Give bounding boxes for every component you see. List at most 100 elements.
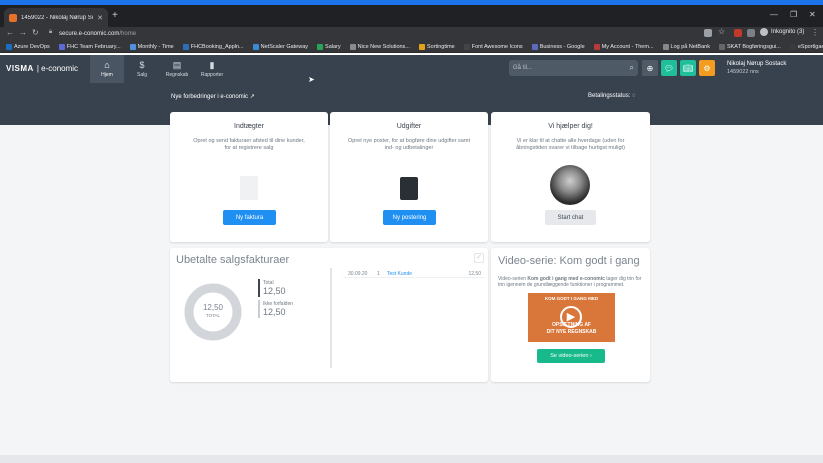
reload-icon[interactable]: ↻ — [32, 28, 39, 37]
bookmark-favicon-icon — [593, 43, 600, 50]
nav-label: Regnskab — [165, 71, 189, 78]
search-icon[interactable]: ⌕ — [630, 63, 634, 73]
donut-label: TOTAL — [205, 313, 221, 318]
bookmark-label: eSportlgaen — [797, 43, 823, 50]
payment-status[interactable]: Betalingsstatus: ◌ — [588, 93, 636, 99]
nav-label: Rapporter — [200, 71, 224, 78]
bookmark-item[interactable]: My Account - Them... — [593, 43, 654, 50]
invoice-customer[interactable]: Test Kunde — [387, 271, 412, 277]
divider — [330, 268, 332, 368]
tab-title: 1459022 - Nikolaj Nørup Sostack — [21, 14, 93, 21]
user-menu[interactable]: Nikolaj Nørup Sostack 1459022 nns — [727, 60, 786, 76]
lock-icon: 🔒︎ — [49, 29, 53, 35]
close-window-icon[interactable]: ✕ — [809, 10, 816, 19]
url-path: /home — [119, 30, 137, 37]
donut-ring — [184, 283, 242, 341]
bookmark-favicon-icon — [349, 43, 356, 50]
bookmark-label: Salary — [325, 43, 341, 50]
forward-icon[interactable]: → — [19, 28, 27, 37]
bookmark-item[interactable]: Business - Google — [531, 43, 585, 50]
bookmark-label: Font Awesome Icons — [471, 43, 523, 50]
help-title: Vi hjælper dig! — [548, 123, 593, 130]
incognito-indicator[interactable]: Inkognito (3) — [760, 28, 804, 36]
close-tab-icon[interactable]: ✕ — [97, 14, 103, 22]
receipt-scanner-icon — [400, 177, 418, 200]
user-account: 1459022 nns — [727, 69, 759, 75]
maximize-icon[interactable]: ❐ — [790, 10, 797, 19]
bottom-bar — [0, 455, 823, 463]
puzzle-icon[interactable] — [747, 29, 755, 37]
bookmark-item[interactable]: Salary — [317, 43, 341, 50]
video-button-label: Se video-serien — [550, 353, 589, 359]
bookmark-label: Azure DevOps — [14, 43, 50, 50]
checkbox-icon[interactable]: ✓ — [474, 253, 484, 263]
bookmarks-bar: Azure DevOps FHC Team February... Monthly … — [0, 41, 823, 53]
bookmark-label: Monthly - Time — [137, 43, 174, 50]
menu-dots-icon[interactable]: ⋮ — [811, 28, 819, 37]
video-desc: Video-serien Kom godt i gang med e-conom… — [498, 276, 646, 288]
bookmark-item[interactable]: Monthly - Time — [129, 43, 174, 50]
video-series-button[interactable]: Se video-serien › — [537, 349, 605, 363]
new-posting-button[interactable]: Ny postering — [383, 210, 436, 225]
back-icon[interactable]: ← — [6, 28, 14, 37]
gear-icon[interactable]: ⚙ — [699, 60, 715, 76]
new-features-label: Nye forbedringer i e-conomic — [171, 94, 249, 100]
nav-regnskab[interactable]: ▤ Regnskab — [160, 55, 194, 83]
expenses-title: Udgifter — [396, 123, 422, 130]
chat-icon[interactable]: 💬︎ — [661, 60, 677, 76]
bookmark-label: SKAT Bogføringsgui... — [726, 43, 781, 50]
invoice-row[interactable]: 30.09.20 1 Test Kunde 12,50 — [343, 268, 484, 278]
address-bar[interactable]: 🔒︎ secure.e-conomic.com/home — [45, 28, 685, 39]
legend-total-bar — [258, 279, 260, 297]
nav-salg[interactable]: $ Salg — [125, 55, 159, 83]
bookmark-item[interactable]: FHC Team February... — [58, 43, 121, 50]
app-logo[interactable]: VISMA | e-conomic — [6, 64, 78, 73]
add-user-icon[interactable]: ⊕ — [642, 60, 658, 76]
minimize-icon[interactable]: — — [770, 10, 778, 19]
bookmark-favicon-icon — [252, 43, 259, 50]
bookmark-item[interactable]: Sortingtime — [418, 43, 455, 50]
new-tab-icon[interactable]: + — [112, 10, 118, 21]
book-icon[interactable]: 📖︎ — [680, 60, 696, 76]
nav-rapporter[interactable]: ▮ Rapporter — [195, 55, 229, 83]
bookmark-item[interactable]: NetScaler Gateway — [252, 43, 309, 50]
new-invoice-button[interactable]: Ny faktura — [223, 210, 276, 225]
extension-icon[interactable] — [734, 29, 742, 37]
bookmark-label: FHC Team February... — [66, 43, 121, 50]
bookmark-favicon-icon — [317, 43, 324, 50]
search-placeholder: Gå til... — [513, 65, 533, 71]
expenses-desc: Opret nye poster, for at bogføre dine ud… — [348, 138, 470, 151]
bookmark-item[interactable]: SKAT Bogføringsgui... — [718, 43, 781, 50]
bookmark-item[interactable]: Nice New Solutions... — [349, 43, 410, 50]
legend-total-value: 12,50 — [263, 286, 286, 296]
bookmark-favicon-icon — [58, 43, 65, 50]
video-thumbnail[interactable]: KOM GODT I GANG MED ▶ OPSÆTNING AF DIT N… — [528, 293, 615, 342]
bookmark-label: Nice New Solutions... — [357, 43, 410, 50]
thumb-line3: DIT NYE REGNSKAB — [546, 329, 597, 335]
start-chat-button[interactable]: Start chat — [545, 210, 596, 225]
income-desc: Opret og send fakturaer afsted til dine … — [193, 138, 305, 151]
browser-tab[interactable]: 1459022 - Nikolaj Nørup Sostack ✕ — [4, 8, 108, 27]
legend-notdue-value: 12,50 — [263, 307, 286, 317]
bookmark-favicon-icon — [182, 43, 189, 50]
nav-hjem[interactable]: ⌂ Hjem — [90, 55, 124, 83]
bookmark-favicon-icon — [531, 43, 538, 50]
bookmark-item[interactable]: FHCBooking_Appln... — [182, 43, 244, 50]
donut-value: 12,50 — [202, 303, 224, 312]
bookmark-item[interactable]: eSportlgaen — [789, 43, 823, 50]
user-name: Nikolaj Nørup Sostack — [727, 61, 787, 67]
support-agent-avatar — [550, 165, 590, 205]
star-icon[interactable]: ☆ — [718, 27, 726, 36]
legend-notdue-bar — [258, 300, 260, 318]
bookmark-item[interactable]: Font Awesome Icons — [463, 43, 523, 50]
eye-off-icon[interactable] — [704, 29, 712, 37]
search-input[interactable]: Gå til... ⌕ — [509, 60, 638, 76]
bookmark-item[interactable]: Log på NetBank — [662, 43, 710, 50]
new-features-link[interactable]: Nye forbedringer i e-conomic ↗ — [171, 93, 255, 100]
bookmark-label: Log på NetBank — [670, 43, 710, 50]
nav-label: Salg — [136, 71, 147, 78]
bookmark-favicon-icon — [789, 43, 796, 50]
bookmark-item[interactable]: Azure DevOps — [6, 43, 50, 50]
bookmark-label: NetScaler Gateway — [260, 43, 309, 50]
invoice-number: 1 — [377, 271, 380, 277]
